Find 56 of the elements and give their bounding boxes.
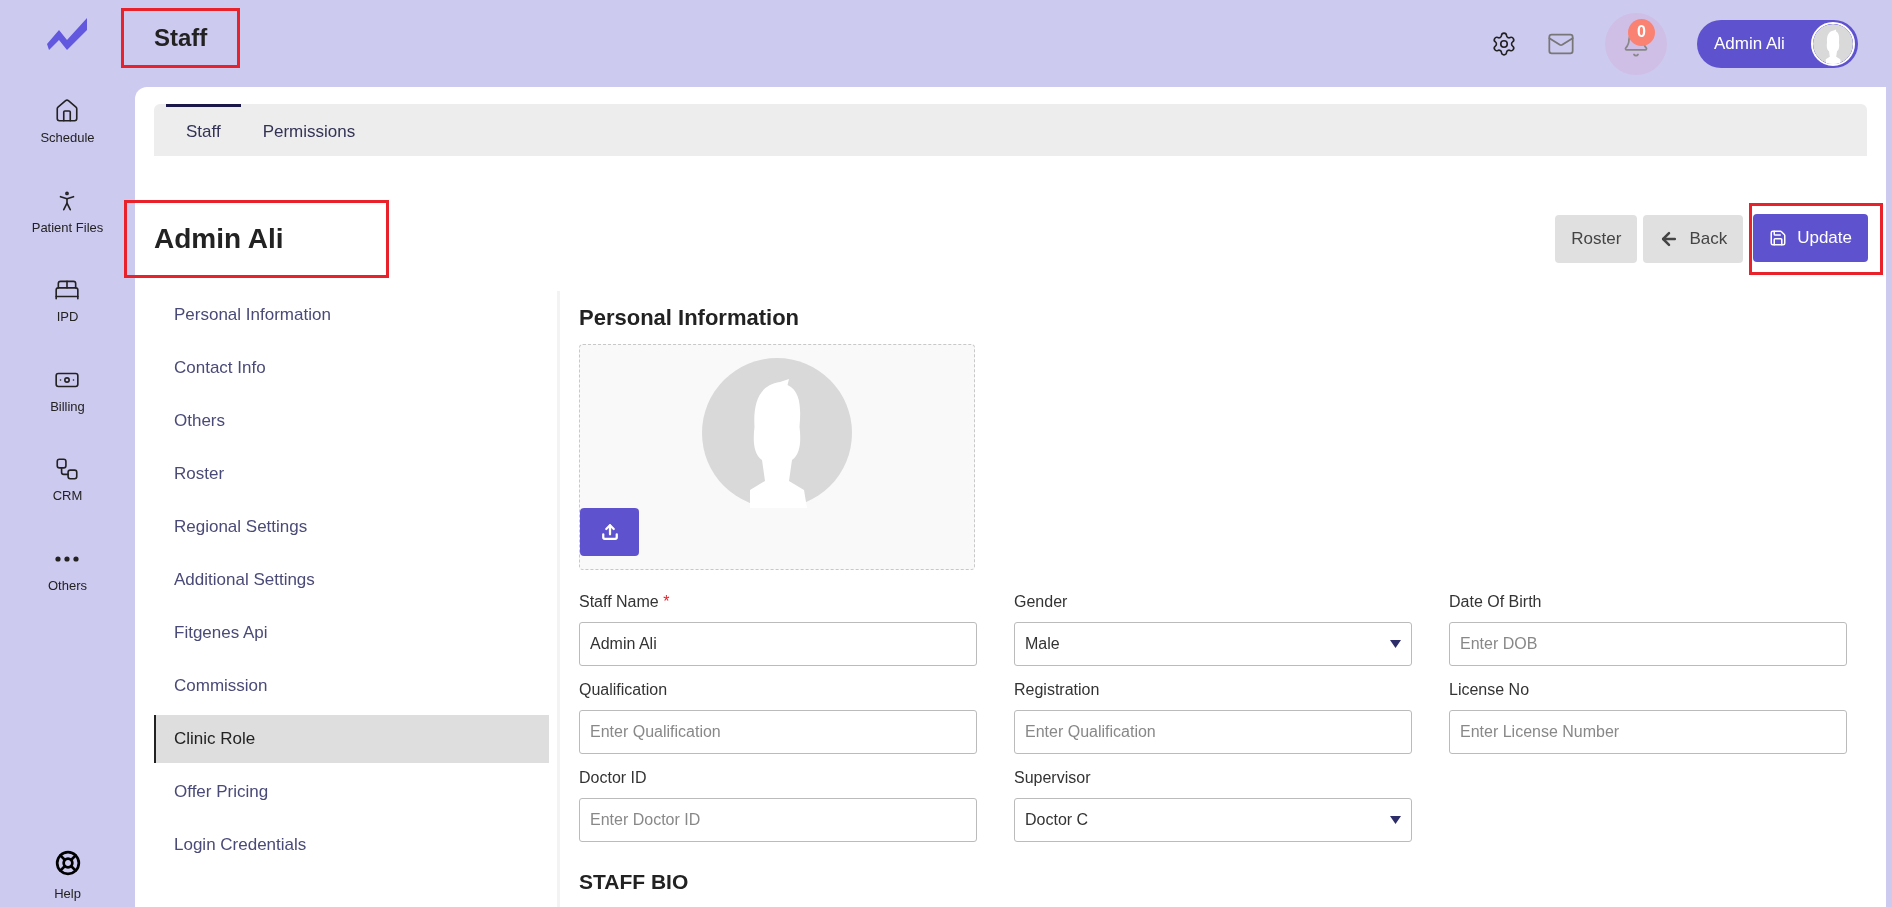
sidebar-item[interactable]: CRM (52, 456, 83, 506)
field-label: Gender (1014, 592, 1069, 612)
field-label: Doctor ID (579, 768, 648, 788)
field-label: Qualification (579, 680, 669, 700)
staff-name-heading: Admin Ali (154, 222, 284, 256)
user-menu[interactable]: Admin Ali (1697, 19, 1858, 68)
settings-icon[interactable] (1491, 30, 1517, 57)
input-field[interactable]: Enter Qualification (579, 710, 977, 754)
input-field[interactable]: Enter DOB (1449, 622, 1847, 666)
field-label: License No (1449, 680, 1531, 700)
sidebar-item[interactable]: Others (48, 545, 87, 595)
section-link[interactable]: Regional Settings (154, 503, 549, 551)
input-field[interactable]: Enter Qualification (1014, 710, 1412, 754)
section-link[interactable]: Others (154, 397, 549, 445)
save-icon (1769, 229, 1788, 247)
section-link[interactable]: Clinic Role (154, 715, 549, 763)
field-label: Date Of Birth (1449, 592, 1543, 612)
section-heading: STAFF BIO (579, 869, 690, 895)
section-link[interactable]: Contact Info (154, 344, 549, 392)
input-field[interactable]: Admin Ali (579, 622, 977, 666)
section-link[interactable]: Roster (154, 450, 549, 498)
avatar-icon (1813, 23, 1853, 64)
network-icon (54, 456, 81, 482)
sidebar-item[interactable]: Billing (50, 366, 85, 416)
select-field[interactable]: Male (1014, 622, 1412, 666)
section-link[interactable]: Login Credentials (154, 821, 549, 869)
help-item[interactable]: Help (54, 849, 81, 903)
input-field[interactable]: Enter License Number (1449, 710, 1847, 754)
lifebuoy-icon (54, 849, 81, 876)
roster-button[interactable]: Roster (1555, 215, 1638, 263)
caret-icon (1390, 816, 1401, 824)
select-field[interactable]: Doctor C (1014, 798, 1412, 842)
section-link[interactable]: Commission (154, 662, 549, 710)
back-button[interactable]: Back (1643, 215, 1744, 263)
sidebar-item[interactable]: Schedule (40, 98, 95, 148)
caret-icon (1390, 640, 1401, 648)
page-title: Staff (154, 22, 208, 53)
section-link[interactable]: Personal Information (154, 291, 549, 339)
notification-badge: 0 (1628, 18, 1655, 46)
sidebar-item[interactable]: IPD (54, 277, 81, 327)
input-field[interactable]: Enter Doctor ID (579, 798, 977, 842)
tab[interactable]: Staff (166, 104, 241, 156)
field-label: Supervisor (1014, 768, 1092, 788)
more-icon (55, 555, 80, 562)
sidebar-item[interactable]: Patient Files (31, 187, 104, 237)
section-link[interactable]: Offer Pricing (154, 768, 549, 816)
section-link[interactable]: Fitgenes Api (154, 609, 549, 657)
field-label: Registration (1014, 680, 1101, 700)
upload-button[interactable] (580, 508, 639, 556)
field-label: Staff Name * (579, 592, 671, 612)
tab[interactable]: Permissions (242, 104, 376, 156)
update-button[interactable]: Update (1753, 214, 1868, 262)
section-link[interactable]: Additional Settings (154, 556, 549, 604)
home-icon (54, 98, 81, 124)
upload-icon (600, 523, 619, 541)
section-heading: Personal Information (579, 304, 801, 332)
